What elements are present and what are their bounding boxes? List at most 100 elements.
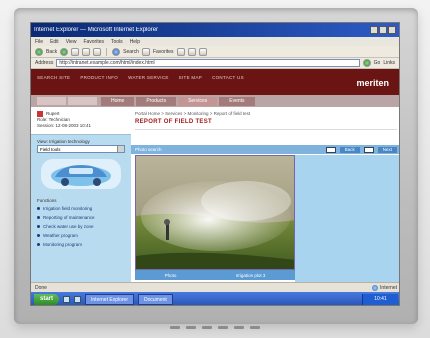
site-nav-item[interactable]: CONTACT US (212, 75, 244, 80)
menu-favorites[interactable]: Favorites (83, 39, 104, 45)
address-label: Address (35, 60, 54, 66)
menu-edit[interactable]: Edit (50, 39, 59, 45)
sidebar-link[interactable]: Monitoring program (37, 242, 125, 247)
search-label[interactable]: Search (123, 49, 139, 55)
maximize-button[interactable] (379, 26, 387, 34)
sidebar-link-label[interactable]: Check water use by zone (43, 224, 94, 229)
view-label: View: Irrigation technology (37, 139, 90, 144)
media-checkbox[interactable] (325, 146, 336, 153)
menu-help[interactable]: Help (130, 39, 140, 45)
photo-backdrop: Internet Explorer — Microsoft Internet E… (0, 0, 430, 338)
favorites-label[interactable]: Favorites (153, 49, 174, 55)
minimize-button[interactable] (370, 26, 378, 34)
taskbar: start Internet Explorer Document 10:41 (31, 292, 399, 305)
chevron-down-icon[interactable] (117, 146, 124, 152)
vehicle-illustration (41, 159, 121, 189)
photo-caption-right: Irrigation plot 3 (235, 272, 266, 278)
monitor-button[interactable] (218, 326, 228, 329)
page-title: REPORT OF FIELD TEST (135, 119, 213, 125)
tab-home[interactable]: Home (101, 96, 135, 106)
sidebar-link[interactable]: Irrigation field monitoring (37, 206, 125, 211)
sidebar-link-label[interactable]: Irrigation field monitoring (43, 206, 92, 211)
bullet-icon (37, 216, 40, 219)
go-button[interactable]: Go (374, 60, 381, 66)
breadcrumb: Portal Home > Services > Monitoring > Re… (135, 111, 251, 116)
toolbar-divider (106, 47, 108, 56)
forward-icon[interactable] (60, 47, 69, 56)
sidebar-link[interactable]: Reporting of maintenance (37, 215, 125, 220)
site-nav-item[interactable]: WATER SERVICE (128, 75, 169, 80)
user-box: Rupert Role: Technician Session: 12-08-2… (31, 107, 131, 135)
site-nav-item[interactable]: PRODUCT INFO (80, 75, 118, 80)
back-label[interactable]: Back (46, 49, 57, 55)
media-label: Photo search (135, 147, 162, 152)
tab-events[interactable]: Events (219, 96, 255, 106)
favorites-icon[interactable] (141, 47, 150, 56)
sidebar-link-label[interactable]: Weather program (43, 233, 78, 238)
bullet-icon (37, 225, 40, 228)
media-back-button[interactable]: Back (339, 146, 360, 153)
menu-view[interactable]: View (66, 39, 77, 45)
monitor-buttons (140, 326, 290, 332)
site-nav-item[interactable]: SITE MAP (179, 75, 202, 80)
search-icon[interactable] (112, 47, 121, 56)
media-toolbar: Photo search Back Next (131, 145, 399, 154)
tab-products[interactable]: Products (136, 96, 177, 106)
browser-statusbar: Done Internet (31, 282, 399, 292)
window-titlebar: Internet Explorer — Microsoft Internet E… (31, 23, 399, 37)
taskbar-item-browser[interactable]: Internet Explorer (85, 294, 134, 305)
sidebar-links: Functions Irrigation field monitoring Re… (31, 195, 131, 254)
start-button[interactable]: start (34, 294, 60, 305)
refresh-icon[interactable] (82, 47, 91, 56)
close-button[interactable] (388, 26, 396, 34)
taskbar-item-document[interactable]: Document (137, 294, 173, 305)
right-info-panel (295, 155, 399, 282)
tab-left-blocks (37, 97, 97, 105)
sidebar-link[interactable]: Weather program (37, 233, 125, 238)
history-icon[interactable] (176, 47, 185, 56)
window-title: Internet Explorer — Microsoft Internet E… (34, 27, 159, 33)
tab-services[interactable]: Services (178, 96, 218, 106)
stop-icon[interactable] (71, 47, 80, 56)
home-icon[interactable] (93, 47, 102, 56)
monitor-button[interactable] (234, 326, 244, 329)
address-bar: Address http://intranet.example.com/html… (31, 58, 399, 69)
monitor-button[interactable] (202, 326, 212, 329)
back-icon[interactable] (35, 47, 43, 56)
sidebar-link-label[interactable]: Reporting of maintenance (43, 215, 95, 220)
links-button[interactable]: Links (383, 60, 395, 66)
status-text: Done (35, 284, 47, 291)
user-session: Session: 12-08-2003 10:41 (37, 123, 92, 128)
sidebar-link[interactable]: Check water use by zone (37, 224, 125, 229)
main-panel: Portal Home > Services > Monitoring > Re… (131, 107, 399, 282)
links-title: Functions (37, 198, 57, 203)
tab-left-block[interactable] (37, 97, 66, 105)
quick-launch-icon[interactable] (63, 296, 71, 303)
site-nav-item[interactable]: SEARCH SITE (37, 75, 70, 80)
media-checkbox[interactable] (363, 146, 374, 153)
field-photo[interactable] (135, 155, 295, 270)
print-icon[interactable] (198, 47, 207, 56)
system-clock: 10:41 (362, 294, 398, 305)
window-controls (370, 26, 396, 34)
menu-tools[interactable]: Tools (111, 39, 123, 45)
tab-left-block[interactable] (68, 97, 97, 105)
bullet-icon (37, 234, 40, 237)
view-select[interactable]: Field tools (37, 145, 125, 153)
sprinkler-photo (136, 156, 294, 269)
status-zone-label: Internet (380, 284, 397, 291)
monitor-button[interactable] (170, 326, 180, 329)
sidebar-link-label[interactable]: Monitoring program (43, 242, 82, 247)
mail-icon[interactable] (187, 47, 196, 56)
site-logo[interactable]: meriten (356, 78, 389, 88)
address-input[interactable]: http://intranet.example.com/html/index.h… (56, 59, 360, 67)
status-zone: Internet (372, 284, 397, 291)
go-icon[interactable] (362, 59, 371, 67)
quick-launch-icon[interactable] (74, 296, 82, 303)
menu-file[interactable]: File (35, 39, 43, 45)
monitor-button[interactable] (250, 326, 260, 329)
divider (135, 129, 397, 130)
monitor-screen: Internet Explorer — Microsoft Internet E… (30, 22, 400, 306)
monitor-button[interactable] (186, 326, 196, 329)
media-next-button[interactable]: Next (377, 146, 397, 153)
